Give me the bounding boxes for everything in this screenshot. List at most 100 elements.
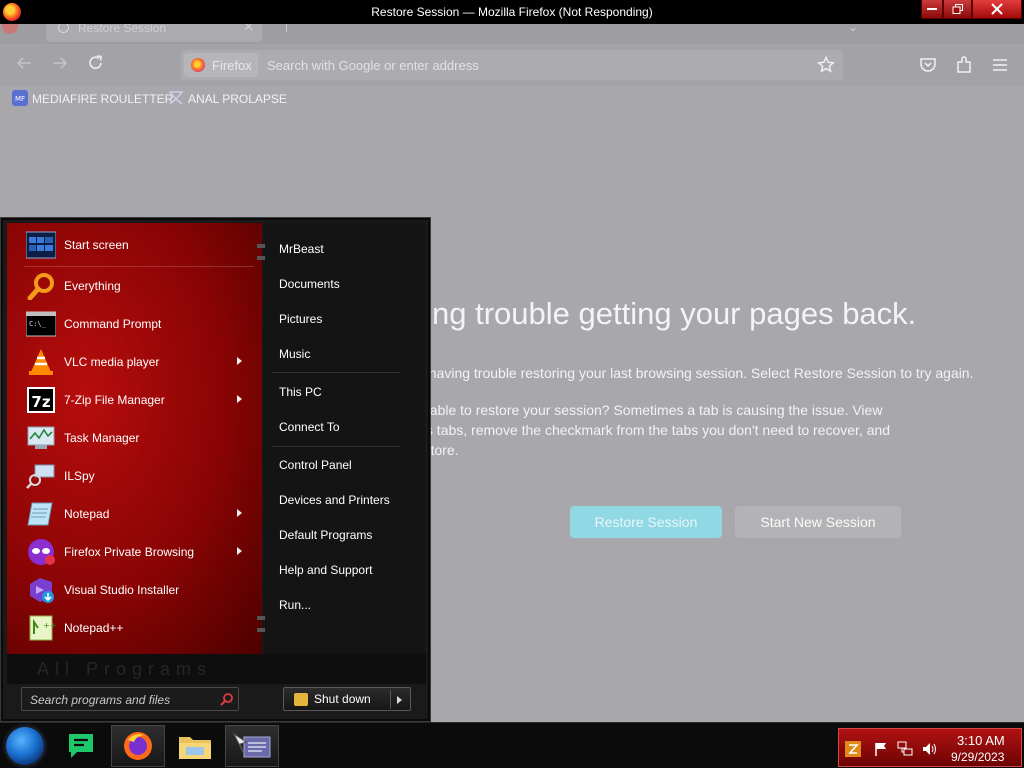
- start-link-run[interactable]: Run...: [279, 598, 311, 612]
- taskbar-chat-app[interactable]: [54, 725, 108, 767]
- start-item-everything[interactable]: Everything: [20, 268, 256, 304]
- pane-splitter-handle[interactable]: [257, 244, 265, 248]
- bookmark-star-icon[interactable]: [817, 56, 835, 74]
- restore-session-button[interactable]: Restore Session: [570, 506, 722, 538]
- mediafire-icon: MF: [12, 90, 28, 106]
- address-placeholder[interactable]: Search with Google or enter address: [267, 58, 479, 73]
- start-item-vlc[interactable]: VLC media player: [20, 344, 256, 380]
- command-prompt-icon: C:\_: [26, 311, 56, 337]
- back-button[interactable]: [12, 54, 36, 76]
- page-icon: [168, 91, 184, 105]
- start-link-music[interactable]: Music: [279, 347, 310, 361]
- start-link-control-panel[interactable]: Control Panel: [279, 458, 352, 472]
- submenu-arrow-icon[interactable]: [237, 357, 242, 365]
- pane-splitter-handle[interactable]: [257, 628, 265, 632]
- forward-button[interactable]: [48, 54, 72, 76]
- start-search-box[interactable]: Search programs and files: [21, 687, 239, 711]
- identity-box[interactable]: Firefox: [184, 53, 258, 77]
- file-explorer-icon: [179, 737, 211, 759]
- start-item-notepad-plus-plus[interactable]: ++ Notepad++: [20, 610, 256, 646]
- close-icon: [991, 3, 1003, 15]
- pane-splitter-handle[interactable]: [257, 256, 265, 260]
- svg-text:7z: 7z: [31, 393, 50, 411]
- start-item-ilspy[interactable]: ILSpy: [20, 458, 256, 494]
- start-link-this-pc[interactable]: This PC: [279, 385, 322, 399]
- start-link-pictures[interactable]: Pictures: [279, 312, 322, 326]
- start-item-label: Notepad++: [64, 621, 124, 635]
- start-item-task-manager[interactable]: Task Manager: [20, 420, 256, 456]
- vlc-cone-icon: [29, 349, 53, 375]
- taskbar-file-explorer[interactable]: [168, 725, 222, 767]
- pane-splitter-handle[interactable]: [257, 616, 265, 620]
- private-browsing-icon: [28, 539, 55, 565]
- submenu-arrow-icon[interactable]: [237, 509, 242, 517]
- start-item-label: Task Manager: [64, 431, 140, 445]
- window-titlebar[interactable]: Restore Session — Mozilla Firefox (Not R…: [0, 0, 1024, 24]
- submenu-arrow-icon[interactable]: [237, 547, 242, 555]
- address-bar[interactable]: Firefox Search with Google or enter addr…: [181, 50, 843, 80]
- start-link-mrbeast[interactable]: MrBeast: [279, 242, 324, 256]
- firefox-logo-icon: [191, 58, 205, 72]
- start-menu-separator: [24, 266, 254, 267]
- svg-text:MF: MF: [15, 95, 25, 103]
- shutdown-options-arrow-icon[interactable]: [397, 696, 402, 704]
- action-center-flag-icon[interactable]: [873, 741, 889, 757]
- firefox-view-icon[interactable]: [2, 24, 18, 34]
- forward-arrow-icon: [53, 57, 68, 69]
- start-item-visual-studio-installer[interactable]: Visual Studio Installer: [20, 572, 256, 608]
- new-tab-button[interactable]: [286, 24, 287, 32]
- tab-close-icon[interactable]: ✕: [243, 24, 254, 35]
- minimize-icon: [927, 8, 937, 10]
- extensions-icon[interactable]: [954, 55, 974, 75]
- identity-label: Firefox: [212, 58, 252, 73]
- bookmark-item[interactable]: ANAL PROLAPSE: [168, 90, 288, 108]
- start-links-separator: [272, 372, 400, 373]
- error-help-text: Still not able to restore your session? …: [380, 402, 891, 458]
- start-new-session-button[interactable]: Start New Session: [735, 506, 901, 538]
- remote-desktop-icon: [232, 732, 271, 758]
- start-menu-scrollbar[interactable]: [411, 223, 425, 654]
- bookmark-label: MEDIAFIRE ROULETTER: [32, 92, 174, 106]
- tab-title: Restore Session: [78, 24, 167, 35]
- firefox-update-icon[interactable]: [845, 741, 861, 757]
- taskbar-firefox[interactable]: [111, 725, 165, 767]
- bookmark-item[interactable]: MF MEDIAFIRE ROULETTER: [12, 90, 173, 108]
- start-link-connect-to[interactable]: Connect To: [279, 420, 340, 434]
- start-item-command-prompt[interactable]: C:\_ Command Prompt: [20, 306, 256, 342]
- minimize-button[interactable]: [921, 0, 943, 19]
- notepad-icon: [27, 502, 53, 526]
- all-programs-strip[interactable]: All Programs: [7, 654, 426, 684]
- hamburger-menu-icon[interactable]: [990, 55, 1010, 75]
- start-item-label: Command Prompt: [64, 317, 162, 331]
- restore-down-icon: [952, 4, 963, 14]
- submenu-arrow-icon[interactable]: [237, 395, 242, 403]
- start-link-default-programs[interactable]: Default Programs: [279, 528, 372, 542]
- pocket-icon[interactable]: [918, 55, 938, 75]
- list-all-tabs-icon[interactable]: ⌄: [848, 24, 858, 34]
- tab-restore-session[interactable]: Restore Session ✕: [46, 24, 262, 42]
- start-link-help-support[interactable]: Help and Support: [279, 563, 372, 577]
- clock-date[interactable]: 9/29/2023: [951, 750, 1004, 764]
- network-icon[interactable]: [897, 741, 913, 757]
- start-link-documents[interactable]: Documents: [279, 277, 340, 291]
- shutdown-button[interactable]: Shut down: [283, 687, 411, 711]
- volume-icon[interactable]: [921, 741, 937, 757]
- taskbar-remote-desktop[interactable]: [225, 725, 279, 767]
- start-item-notepad[interactable]: Notepad: [20, 496, 256, 532]
- page-title: Having trouble getting your pages back.: [370, 296, 917, 331]
- start-link-devices-printers[interactable]: Devices and Printers: [279, 493, 390, 507]
- start-item-label: Notepad: [64, 507, 110, 521]
- close-window-button[interactable]: [972, 0, 1022, 19]
- reload-button[interactable]: [84, 54, 108, 76]
- reload-icon: [89, 55, 102, 69]
- shutdown-divider: [390, 690, 391, 709]
- start-orb-button[interactable]: [6, 727, 44, 765]
- start-item-firefox-private[interactable]: Firefox Private Browsing: [20, 534, 256, 570]
- bookmarks-toolbar: MF MEDIAFIRE ROULETTER ANAL PROLAPSE: [0, 86, 1024, 110]
- start-item-start-screen[interactable]: Start screen: [20, 227, 256, 263]
- start-item-label: Everything: [64, 279, 121, 293]
- start-item-7zip[interactable]: 7z 7-Zip File Manager: [20, 382, 256, 418]
- magnifier-icon: [27, 273, 54, 300]
- maximize-button[interactable]: [943, 0, 972, 19]
- clock-time[interactable]: 3:10 AM: [957, 733, 1005, 748]
